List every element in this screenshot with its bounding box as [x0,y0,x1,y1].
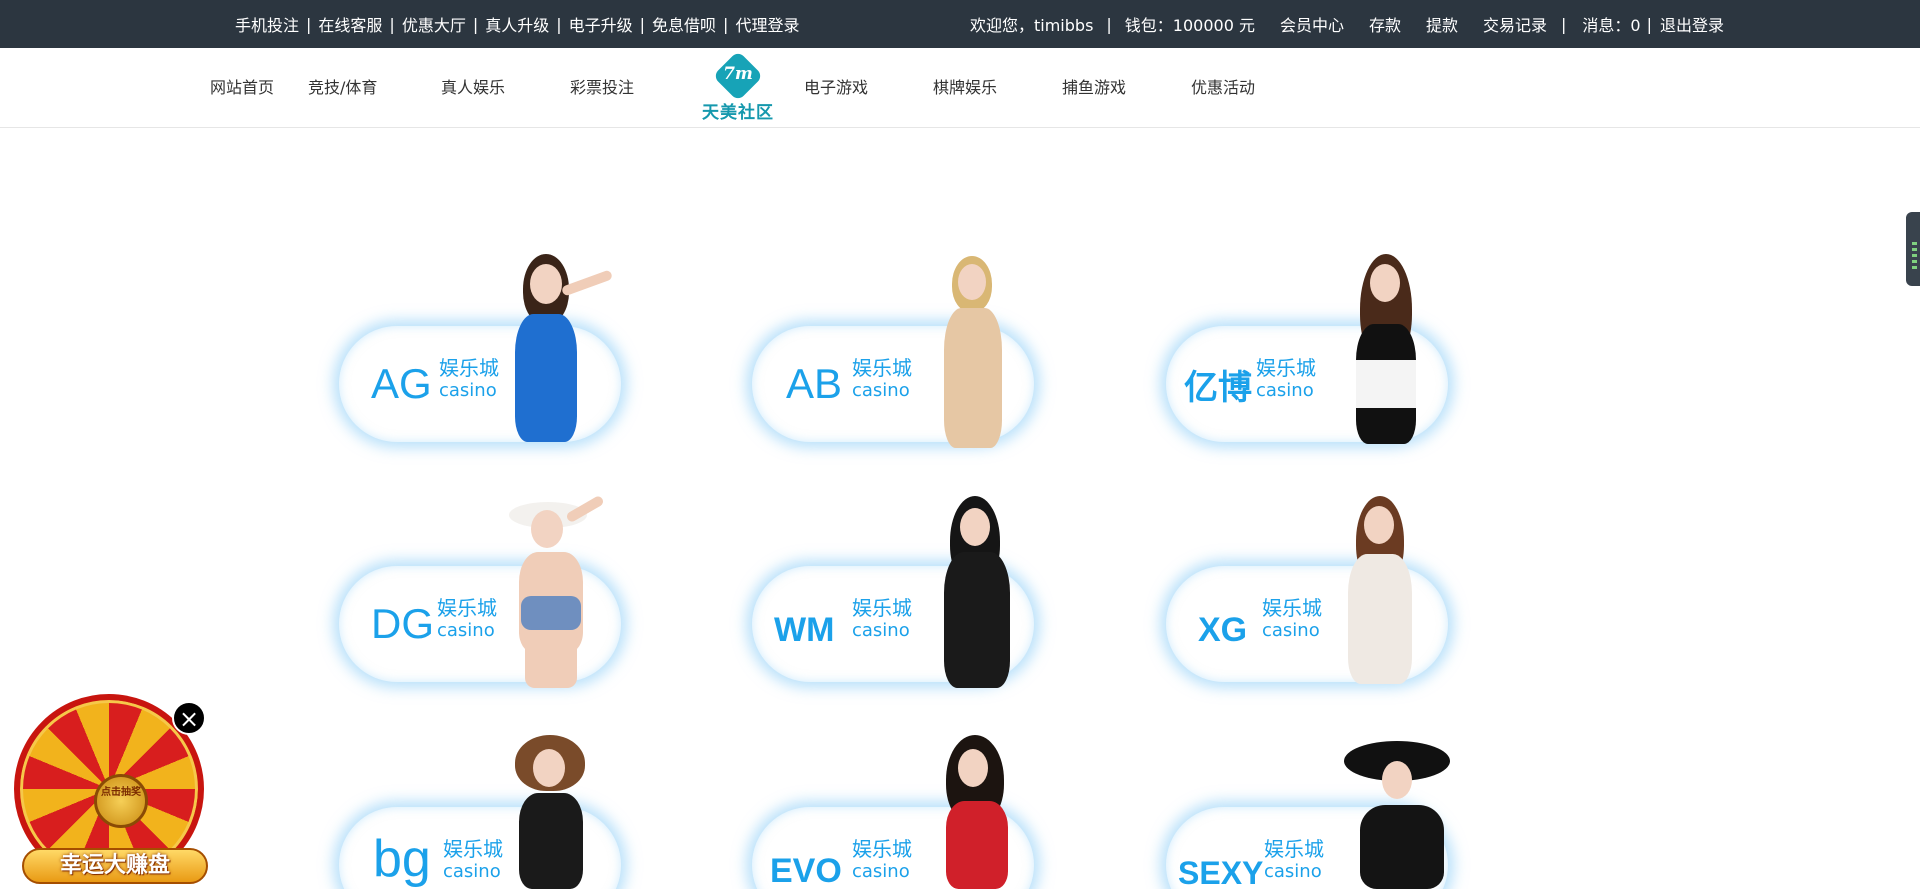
wheel-hub-button[interactable]: 点击抽奖 [94,774,148,828]
live-upgrade-link[interactable]: 真人升级 [485,12,549,36]
card-en-label: casino [1262,620,1320,641]
online-service-link[interactable]: 在线客服 [318,12,382,36]
card-en-label: casino [1256,380,1314,401]
model-figure [934,256,1014,450]
card-brand: WM [774,611,835,649]
card-en-label: casino [439,380,497,401]
nav-fishing[interactable]: 捕鱼游戏 [1062,48,1126,128]
wheel-hub-text: 点击抽奖 [101,787,141,798]
model-figure [495,494,625,690]
wheel-label: 幸运大赚盘 [22,848,208,884]
interest-free-loan-link[interactable]: 免息借呗 [652,12,716,36]
casino-card-xg[interactable]: XG 娱乐城 casino [1162,490,1462,690]
card-cn-label: 娱乐城 [443,837,503,861]
card-cn-label: 娱乐城 [437,596,497,620]
user-bar: 欢迎您，timibbs | 钱包：100000 元 会员中心 存款 提款 交易记… [970,0,1724,48]
card-en-label: casino [443,861,501,882]
card-cn-label: 娱乐城 [439,356,499,380]
card-en-label: casino [437,620,495,641]
side-float-tab[interactable] [1906,212,1920,286]
slots-upgrade-link[interactable]: 电子升级 [569,12,633,36]
card-brand: SEXY [1178,855,1264,889]
card-cn-label: 娱乐城 [852,837,912,861]
agent-login-link[interactable]: 代理登录 [735,12,799,36]
nav-lottery[interactable]: 彩票投注 [570,48,634,128]
separator: | [1106,14,1112,34]
top-links: 手机投注 | 在线客服 | 优惠大厅 | 真人升级 | 电子升级 | 免息借呗 … [235,0,799,48]
separator: | [723,14,729,34]
separator: | [1646,14,1652,34]
promo-hall-link[interactable]: 优惠大厅 [402,12,466,36]
logout-link[interactable]: 退出登录 [1660,12,1724,36]
member-center-link[interactable]: 会员中心 [1280,12,1344,36]
casino-card-yibo[interactable]: 亿博 娱乐城 casino [1162,250,1462,450]
separator: | [306,14,312,34]
logo-mark: 7m [723,64,753,84]
model-figure [1342,735,1460,889]
top-bar: 手机投注 | 在线客服 | 优惠大厅 | 真人升级 | 电子升级 | 免息借呗 … [0,0,1920,48]
deposit-link[interactable]: 存款 [1369,12,1401,36]
separator: | [639,14,646,34]
card-brand: bg [373,830,431,888]
card-cn-label: 娱乐城 [1256,356,1316,380]
model-figure [924,735,1034,889]
nav-promotions[interactable]: 优惠活动 [1191,48,1255,128]
casino-card-bg[interactable]: bg 娱乐城 casino [335,731,635,889]
model-figure [1332,496,1432,690]
model-figure [485,254,614,450]
card-cn-label: 娱乐城 [852,356,912,380]
card-cn-label: 娱乐城 [1264,837,1324,861]
separator: | [472,14,479,34]
messages-link[interactable]: 消息：0 [1582,12,1640,36]
nav-card-games[interactable]: 棋牌娱乐 [933,48,997,128]
site-logo[interactable]: 7m 天美社区 [698,50,778,123]
nav-home[interactable]: 网站首页 [210,48,274,128]
card-en-label: casino [1264,861,1322,882]
card-brand: AG [371,360,432,407]
mobile-bet-link[interactable]: 手机投注 [235,12,299,36]
card-en-label: casino [852,620,910,641]
card-brand: XG [1198,611,1248,649]
wallet-balance: 钱包：100000 元 [1124,16,1255,35]
nav-live-casino[interactable]: 真人娱乐 [441,48,505,128]
casino-card-ab[interactable]: AB 娱乐城 casino [748,250,1048,450]
withdraw-link[interactable]: 提款 [1426,12,1458,36]
nav-sports[interactable]: 竞技/体育 [308,48,377,128]
logo-text: 天美社区 [702,103,774,123]
main-nav: 网站首页 竞技/体育 真人娱乐 彩票投注 7m 天美社区 电子游戏 棋牌娱乐 捕… [0,48,1920,128]
card-brand: AB [786,360,843,407]
casino-card-wm[interactable]: WM 娱乐城 casino [748,490,1048,690]
casino-card-ag[interactable]: AG 娱乐城 casino [335,250,635,450]
welcome-text: 欢迎您，timibbs [970,16,1094,35]
card-cn-label: 娱乐城 [1262,596,1322,620]
close-icon[interactable]: × [172,701,206,735]
card-en-label: casino [852,380,910,401]
card-brand: 亿博 [1184,369,1252,407]
separator: | [556,14,562,34]
model-figure [1338,254,1438,450]
transactions-link[interactable]: 交易记录 [1483,12,1547,36]
card-cn-label: 娱乐城 [852,596,912,620]
casino-card-evo[interactable]: EVO 娱乐城 casino [748,731,1048,889]
card-brand: DG [371,600,434,647]
card-brand: EVO [770,852,842,889]
separator: | [1561,14,1567,34]
casino-card-dg[interactable]: DG 娱乐城 casino [335,490,635,690]
casino-card-sexy[interactable]: SEXY 娱乐城 casino [1162,731,1462,889]
nav-slots[interactable]: 电子游戏 [804,48,868,128]
model-figure [485,735,615,889]
card-en-label: casino [852,861,910,882]
separator: | [389,14,395,34]
model-figure [934,496,1024,690]
